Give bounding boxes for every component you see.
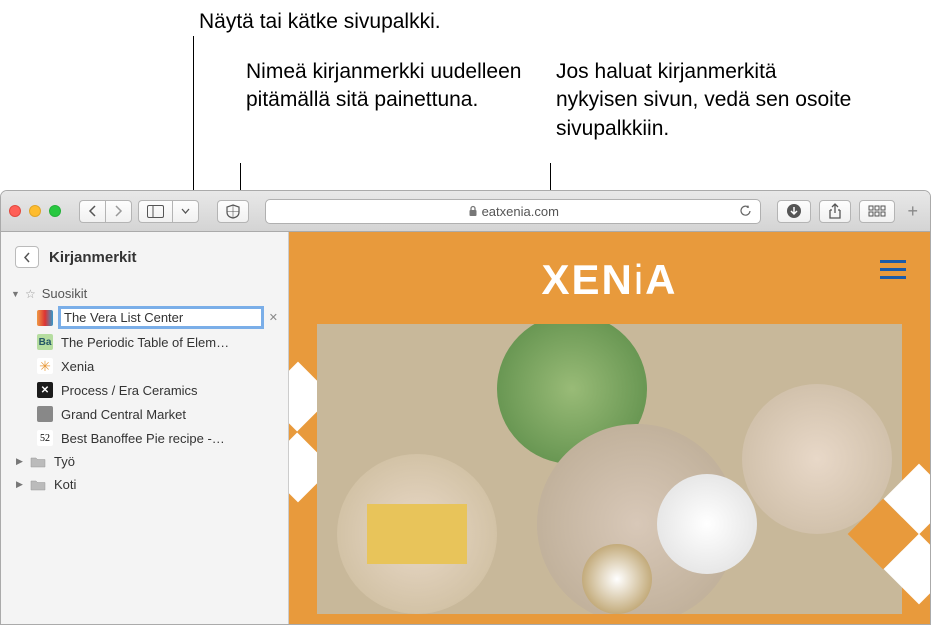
bookmark-item[interactable]: Grand Central Market: [1, 402, 288, 426]
tabs-button[interactable]: [859, 200, 895, 223]
sidebar-back-button[interactable]: [15, 246, 39, 268]
callout-sidebar-toggle: Näytä tai kätke sivupalkki.: [199, 8, 441, 36]
bookmark-label: Grand Central Market: [61, 407, 186, 422]
downloads-button[interactable]: [777, 200, 811, 223]
bookmark-label: The Periodic Table of Elem…: [61, 335, 229, 350]
bookmark-folder[interactable]: ▶ Työ: [1, 450, 288, 473]
forward-button[interactable]: [105, 200, 132, 223]
folder-label: Koti: [54, 477, 76, 492]
nav-buttons: [79, 200, 132, 223]
window-controls: [9, 205, 61, 217]
bookmark-item[interactable]: Xenia: [1, 354, 288, 378]
bookmark-item[interactable]: Ba The Periodic Table of Elem…: [1, 330, 288, 354]
bookmark-label: Process / Era Ceramics: [61, 383, 198, 398]
disclosure-triangle-icon: ▶: [16, 479, 26, 490]
share-button[interactable]: [819, 200, 851, 223]
favicon: 52: [37, 430, 53, 446]
bookmark-folder[interactable]: ▶ Koti: [1, 473, 288, 496]
address-bar[interactable]: eatxenia.com: [265, 199, 761, 224]
callout-rename: Nimeä kirjanmerkki uudelleen pitämällä s…: [246, 58, 526, 115]
favorites-label: Suosikit: [42, 286, 88, 301]
favicon: [37, 310, 53, 326]
bookmark-label: Best Banoffee Pie recipe -…: [61, 431, 225, 446]
disclosure-triangle-icon: ▶: [16, 456, 26, 467]
reload-icon[interactable]: [739, 204, 752, 218]
folder-icon: [30, 479, 46, 491]
star-icon: ☆: [25, 287, 36, 301]
favicon: [37, 406, 53, 422]
toolbar: eatxenia.com +: [1, 191, 930, 232]
favicon: [37, 358, 53, 374]
logo-part: i: [634, 256, 645, 303]
favicon: Ba: [37, 334, 53, 350]
logo-part: XEN: [541, 256, 633, 303]
folder-label: Työ: [54, 454, 75, 469]
safari-window: eatxenia.com + Kirjanmerkit ▼ ☆ Suosikit…: [0, 190, 931, 625]
page-content: XENiA: [289, 232, 930, 624]
favorites-section[interactable]: ▼ ☆ Suosikit: [1, 282, 288, 305]
url-text: eatxenia.com: [482, 204, 559, 219]
minimize-button[interactable]: [29, 205, 41, 217]
new-tab-button[interactable]: +: [903, 201, 922, 222]
hero-image: [317, 324, 902, 614]
bookmark-label: Xenia: [61, 359, 94, 374]
clear-icon[interactable]: ✕: [269, 311, 278, 324]
folder-icon: [30, 456, 46, 468]
callout-drag: Jos haluat kirjanmerkitä nykyisen sivun,…: [556, 58, 856, 143]
back-button[interactable]: [79, 200, 105, 223]
sidebar-buttons: [138, 200, 199, 223]
maximize-button[interactable]: [49, 205, 61, 217]
close-button[interactable]: [9, 205, 21, 217]
bookmark-item-editing[interactable]: The Vera List Center ✕: [1, 305, 288, 330]
sidebar-dropdown-button[interactable]: [172, 200, 199, 223]
sidebar-toggle-button[interactable]: [138, 200, 172, 223]
sidebar-title: Kirjanmerkit: [49, 249, 137, 266]
bookmark-item[interactable]: ✕ Process / Era Ceramics: [1, 378, 288, 402]
disclosure-triangle-icon: ▼: [11, 289, 21, 299]
bookmark-item[interactable]: 52 Best Banoffee Pie recipe -…: [1, 426, 288, 450]
bookmarks-sidebar: Kirjanmerkit ▼ ☆ Suosikit The Vera List …: [1, 232, 289, 624]
logo-part: A: [645, 256, 677, 303]
hamburger-menu-icon[interactable]: [880, 260, 906, 279]
privacy-report-button[interactable]: [217, 200, 249, 223]
bookmark-label[interactable]: The Vera List Center: [61, 309, 261, 326]
lock-icon: [468, 205, 478, 217]
site-logo: XENiA: [289, 232, 930, 324]
favicon: ✕: [37, 382, 53, 398]
